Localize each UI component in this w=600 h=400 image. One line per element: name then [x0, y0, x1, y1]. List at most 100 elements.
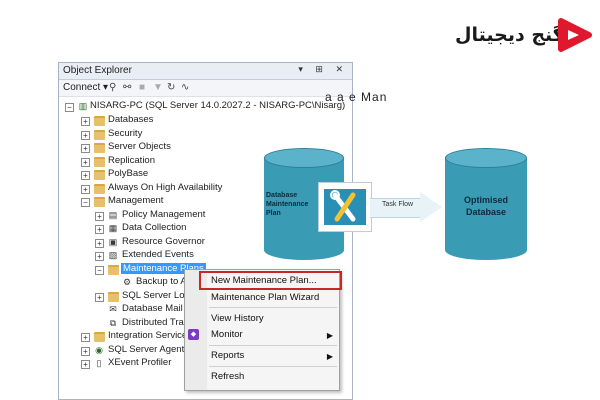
submenu-arrow-icon: ▶	[326, 352, 333, 361]
connect-icon[interactable]: ⚲	[109, 82, 116, 93]
tree-node-label: Distributed Tran	[122, 317, 190, 328]
menu-separator	[209, 345, 337, 346]
menu-item-reports[interactable]: Reports	[211, 350, 335, 361]
tree-node-label: SQL Server Agent	[108, 344, 185, 355]
tree-node-label: Resource Governor	[122, 236, 205, 247]
menu-item-monitor[interactable]: Monitor	[211, 329, 335, 340]
optimised-database-cylinder: Optimised Database	[445, 148, 527, 260]
tree-node-label: Database Mail	[122, 303, 183, 314]
folder-icon	[108, 292, 119, 302]
tree-node-label: Backup to A	[136, 276, 187, 287]
tree-node-extended-events[interactable]: + ▧ Extended Events	[59, 249, 259, 262]
folder-icon	[94, 184, 105, 194]
menu-item-label: Reports	[211, 350, 245, 361]
collapse-icon[interactable]: −	[95, 266, 104, 275]
expand-icon[interactable]: +	[95, 225, 104, 234]
tree-node-label: Replication	[108, 155, 155, 166]
agent-icon: ◉	[95, 345, 103, 355]
tree-node-security[interactable]: + Security	[59, 128, 259, 141]
profiler-icon: ▯	[96, 358, 102, 368]
plan-icon: ⚙	[122, 277, 132, 287]
tree-node-label: Integration Services	[108, 330, 192, 341]
tree-node-label: Security	[108, 128, 143, 139]
expand-icon[interactable]: +	[95, 212, 104, 221]
tools-icon	[318, 182, 372, 232]
resource-governor-icon: ▣	[108, 237, 118, 247]
tree-node-replication[interactable]: + Replication	[59, 155, 259, 168]
refresh-icon[interactable]: ↻	[167, 82, 175, 93]
collapse-icon[interactable]: −	[65, 103, 74, 112]
policy-icon: ▤	[108, 210, 118, 220]
tree-node-label: NISARG-PC (SQL Server 14.0.2027.2 - NISA…	[90, 100, 346, 111]
expand-icon[interactable]: +	[81, 333, 90, 342]
tree-node-server-objects[interactable]: + Server Objects	[59, 141, 259, 154]
tree-node-label: Management	[108, 195, 164, 206]
expand-icon[interactable]: +	[81, 347, 90, 356]
left-cylinder-label: Database Maintenance Plan	[266, 192, 309, 217]
menu-item-view-history[interactable]: View History	[211, 313, 264, 324]
activity-icon[interactable]: ∿	[181, 82, 189, 93]
tree-node-always-on[interactable]: + Always On High Availability	[59, 182, 259, 195]
expand-icon[interactable]: +	[81, 185, 90, 194]
task-flow-arrowhead	[420, 192, 442, 222]
object-explorer-toolbar: Connect ▾ ⚲ ⚯ ■ ▼ ↻ ∿	[59, 80, 352, 97]
menu-item-label: Monitor	[211, 329, 243, 340]
data-collection-icon: ▦	[108, 223, 118, 233]
connect-button[interactable]: Connect ▾	[63, 82, 108, 93]
play-icon	[558, 18, 592, 52]
diagram-title: a a e Man	[325, 90, 388, 104]
tree-node-polybase[interactable]: + PolyBase	[59, 168, 259, 181]
titlebar-buttons[interactable]: ▾ ⊞ ✕	[298, 64, 348, 75]
tree-node-label: PolyBase	[108, 168, 149, 179]
dtc-icon: ⧉	[109, 318, 117, 328]
brand-name: گنج دیجیتال	[455, 24, 564, 46]
stop-icon[interactable]: ■	[139, 82, 145, 93]
collapse-icon[interactable]: −	[81, 198, 90, 207]
tree-node-management[interactable]: − Management	[59, 195, 259, 208]
folder-icon	[94, 332, 105, 342]
expand-icon[interactable]: +	[95, 239, 104, 248]
tree-node-server[interactable]: − ▥ NISARG-PC (SQL Server 14.0.2027.2 - …	[59, 100, 349, 113]
extended-events-icon: ▧	[108, 250, 118, 260]
folder-icon	[94, 116, 105, 126]
expand-icon[interactable]: +	[95, 293, 104, 302]
connect-label: Connect	[63, 82, 101, 93]
tree-node-databases[interactable]: + Databases	[59, 114, 259, 127]
expand-icon[interactable]: +	[81, 171, 90, 180]
expand-icon[interactable]: +	[81, 158, 90, 167]
folder-icon	[94, 197, 105, 207]
tree-node-label: XEvent Profiler	[108, 357, 172, 368]
menu-item-refresh[interactable]: Refresh	[211, 371, 244, 382]
folder-icon	[94, 170, 105, 180]
menu-separator	[209, 366, 337, 367]
tree-node-resource-governor[interactable]: + ▣ Resource Governor	[59, 236, 259, 249]
expand-icon[interactable]: +	[81, 131, 90, 140]
folder-icon	[108, 265, 119, 275]
folder-icon	[94, 143, 105, 153]
tree-node-data-collection[interactable]: + ▦ Data Collection	[59, 222, 259, 235]
tree-node-policy-management[interactable]: + ▤ Policy Management	[59, 209, 259, 222]
filter-icon[interactable]: ▼	[153, 82, 163, 93]
disconnect-icon[interactable]: ⚯	[123, 82, 131, 93]
tree-node-label: Always On High Availability	[108, 182, 223, 193]
submenu-arrow-icon: ▶	[326, 331, 333, 340]
folder-icon	[94, 157, 105, 167]
highlight-box	[199, 271, 342, 290]
object-explorer-titlebar: Object Explorer ▾ ⊞ ✕	[59, 63, 352, 80]
tree-node-label: Data Collection	[122, 222, 187, 233]
mail-icon: ✉	[109, 304, 117, 314]
object-explorer-title: Object Explorer	[63, 65, 132, 76]
task-flow-label: Task Flow	[382, 201, 414, 208]
tree-node-label: Extended Events	[122, 249, 194, 260]
expand-icon[interactable]: +	[95, 252, 104, 261]
tree-node-label: Policy Management	[122, 209, 206, 220]
expand-icon[interactable]: +	[81, 144, 90, 153]
tree-node-label: Databases	[108, 114, 154, 125]
expand-icon[interactable]: +	[81, 360, 90, 369]
tree-node-label: Server Objects	[108, 141, 171, 152]
menu-separator	[209, 307, 337, 308]
brand-logo: گنج دیجیتال	[455, 10, 595, 60]
menu-item-maintenance-plan-wizard[interactable]: Maintenance Plan Wizard	[211, 292, 319, 303]
expand-icon[interactable]: +	[81, 117, 90, 126]
monitor-icon: ◆	[188, 329, 199, 340]
